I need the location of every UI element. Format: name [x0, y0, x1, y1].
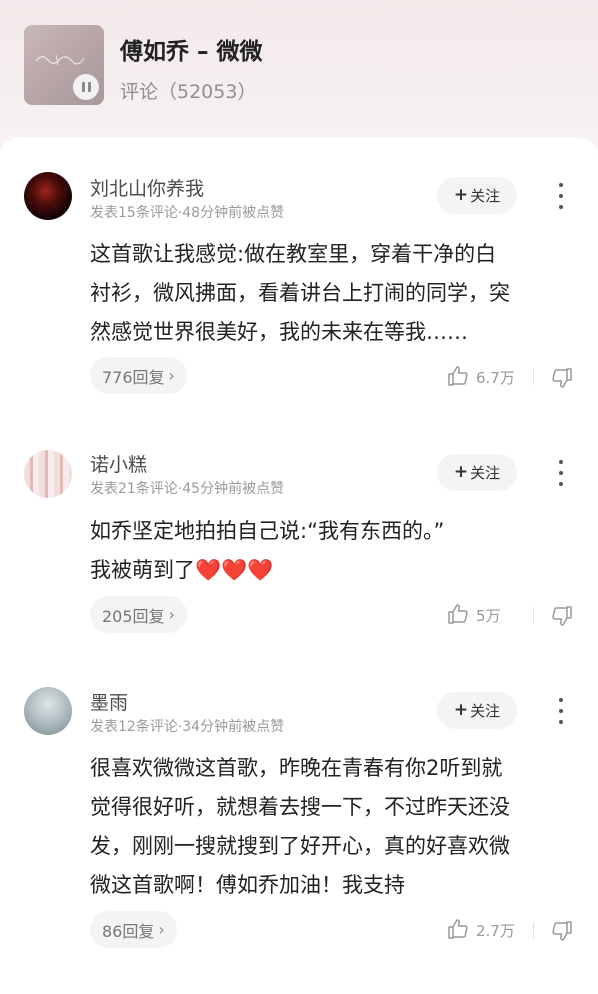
- comment-text-line: 觉得很好听，就想着去搜一下，不过昨天还没: [90, 795, 510, 819]
- avatar[interactable]: [24, 450, 72, 498]
- comment-meta: 发表15条评论·48分钟前被点赞: [90, 205, 285, 221]
- replies-button[interactable]: 776回复 ›: [90, 357, 187, 394]
- song-title: 傅如乔 – 微微: [120, 39, 263, 65]
- comment-text-line: 如乔坚定地拍拍自己说:“我有东西的。”: [90, 519, 445, 543]
- heart-emoji: ❤️❤️❤️: [195, 558, 274, 582]
- like-count: 6.7万: [476, 369, 515, 387]
- thumbs-down-icon[interactable]: [550, 919, 574, 943]
- chevron-right-icon: ›: [158, 920, 165, 939]
- comment-text-line: 然感觉世界很美好，我的未来在等我……: [90, 320, 468, 344]
- follow-label: 关注: [470, 702, 501, 720]
- comment-meta: 发表12条评论·34分钟前被点赞: [90, 719, 285, 735]
- like-count: 5万: [476, 607, 501, 625]
- pause-icon: [81, 82, 85, 92]
- comment-text-line: 微这首歌啊！傅如乔加油！我支持: [90, 873, 405, 897]
- thumbs-up-icon[interactable]: [446, 602, 470, 626]
- thumbs-down-icon[interactable]: [550, 366, 574, 390]
- divider: [533, 922, 534, 938]
- song-header: 傅如乔 – 微微 评论（52053）: [0, 0, 598, 140]
- thumbs-down-icon[interactable]: [550, 604, 574, 628]
- replies-button[interactable]: 205回复 ›: [90, 596, 187, 633]
- comment-meta: 发表21条评论·45分钟前被点赞: [90, 481, 285, 497]
- follow-label: 关注: [470, 464, 501, 482]
- comments-panel: 刘北山你养我 发表15条评论·48分钟前被点赞 + 关注 这首歌让我感觉:做在教…: [0, 138, 598, 994]
- comment-text: 我被萌到了: [90, 558, 195, 582]
- comment-text-line: 发，刚刚一搜就搜到了好开心，真的好喜欢微: [90, 834, 510, 858]
- chevron-right-icon: ›: [168, 605, 175, 624]
- username[interactable]: 墨雨: [90, 688, 128, 715]
- comment-text-line: 衬衫，微风拂面，看着讲台上打闹的同学，突: [90, 281, 510, 305]
- username[interactable]: 诺小糕: [90, 450, 147, 477]
- username[interactable]: 刘北山你养我: [90, 174, 204, 201]
- cover-handwriting: [35, 54, 85, 66]
- pause-button[interactable]: [73, 74, 99, 100]
- plus-icon: +: [453, 462, 469, 482]
- plus-icon: +: [453, 700, 469, 720]
- comment-text-line: 这首歌让我感觉:做在教室里，穿着干净的白: [90, 242, 497, 266]
- comment-count: 评论（52053）: [120, 81, 257, 103]
- comment-text-line: 我被萌到了❤️❤️❤️: [90, 554, 273, 584]
- replies-label: 776回复: [102, 367, 165, 387]
- follow-button[interactable]: + 关注: [437, 454, 517, 491]
- avatar[interactable]: [24, 172, 72, 220]
- replies-label: 86回复: [102, 921, 155, 941]
- follow-label: 关注: [470, 187, 501, 205]
- album-cover[interactable]: [24, 25, 104, 105]
- divider: [533, 607, 534, 623]
- comment-text-line: 很喜欢微微这首歌，昨晚在青春有你2听到就: [90, 756, 503, 780]
- follow-button[interactable]: + 关注: [437, 692, 517, 729]
- replies-button[interactable]: 86回复 ›: [90, 911, 177, 948]
- thumbs-up-icon[interactable]: [446, 917, 470, 941]
- chevron-right-icon: ›: [168, 366, 175, 385]
- divider: [533, 369, 534, 385]
- like-count: 2.7万: [476, 922, 515, 940]
- more-options-icon[interactable]: [552, 698, 570, 724]
- plus-icon: +: [453, 185, 469, 205]
- follow-button[interactable]: + 关注: [437, 177, 517, 214]
- more-options-icon[interactable]: [552, 460, 570, 486]
- avatar[interactable]: [24, 687, 72, 735]
- replies-label: 205回复: [102, 606, 165, 626]
- more-options-icon[interactable]: [552, 183, 570, 209]
- thumbs-up-icon[interactable]: [446, 364, 470, 388]
